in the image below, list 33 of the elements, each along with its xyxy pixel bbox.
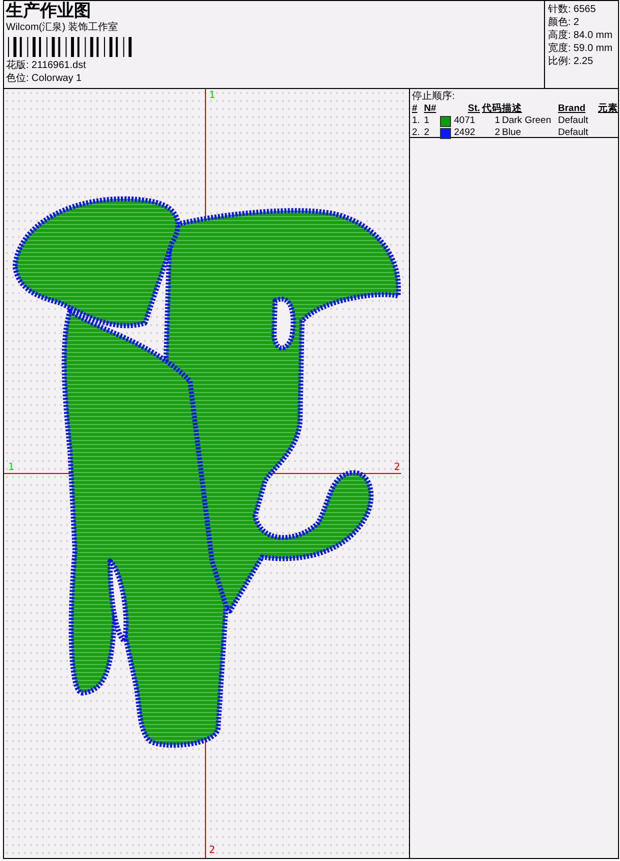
column-header: N# xyxy=(424,103,438,115)
table-cell: 2492 xyxy=(454,127,476,139)
summary-item: 针数: 6565 xyxy=(548,3,597,16)
column-header: 元素 xyxy=(598,103,618,115)
summary-item: 宽度: 59.0 mm xyxy=(548,42,614,55)
column-header: # xyxy=(412,103,418,115)
table-cell-text: 2. xyxy=(412,127,421,139)
colorway-label: 色位: Colorway 1 xyxy=(6,72,83,85)
table-cell-text: Default xyxy=(558,115,590,127)
axis-label: 1 xyxy=(8,463,14,473)
summary-item: 高度: 84.0 mm xyxy=(548,29,614,42)
stop-sequence-title: 停止顺序: xyxy=(412,90,456,103)
axis-label: 1 xyxy=(209,91,216,101)
table-cell-text: Blue xyxy=(502,127,522,139)
table-cell: 4071 xyxy=(454,115,476,127)
column-header: St. xyxy=(466,103,480,115)
column-header: Brand xyxy=(558,103,586,115)
design-file: 花版: 2116961.dst xyxy=(6,59,87,72)
table-cell-text: Default xyxy=(558,127,590,139)
document-title: 生产作业图 xyxy=(6,1,92,21)
column-header: 代码 xyxy=(482,103,500,115)
table-cell-text: 1 xyxy=(424,115,430,127)
studio-name: Wilcom(汇泉) 装饰工作室 xyxy=(6,21,120,34)
column-header: 描述 xyxy=(502,103,523,115)
table-cell-text: 1. xyxy=(412,115,421,127)
table-cell-text: 1 xyxy=(494,115,500,127)
table-cell-text: 2 xyxy=(494,127,500,139)
table-cell-text: 2 xyxy=(424,127,430,139)
table-cell-text: Dark Green xyxy=(502,115,552,127)
axis-label: 2 xyxy=(394,463,400,473)
summary-item: 比例: 2.25 xyxy=(548,55,594,68)
axis-label: 2 xyxy=(209,846,216,856)
summary-item: 颜色: 2 xyxy=(548,16,580,29)
